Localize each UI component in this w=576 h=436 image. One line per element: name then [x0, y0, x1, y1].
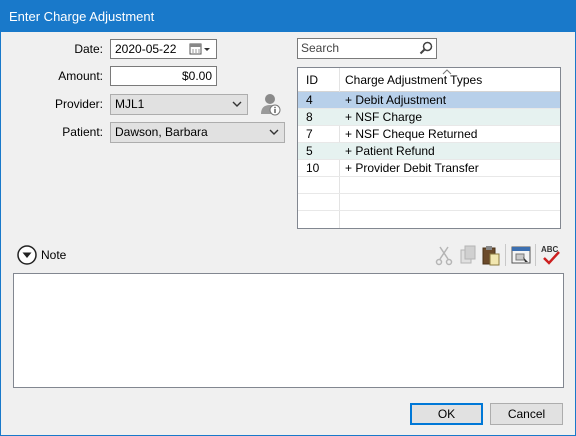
chevron-down-icon	[231, 95, 243, 114]
copy-icon[interactable]	[457, 243, 479, 267]
note-label: Note	[41, 248, 67, 262]
table-header: ID Charge Adjustment Types	[298, 68, 560, 92]
date-picker[interactable]: 2020-05-22	[110, 39, 217, 59]
paste-icon[interactable]	[480, 243, 502, 267]
row-id: 5	[306, 144, 313, 158]
table-row[interactable]: 4 + Debit Adjustment	[298, 92, 560, 109]
column-header-id[interactable]: ID	[306, 68, 318, 92]
table-row[interactable]: 5 + Patient Refund	[298, 143, 560, 160]
amount-label: Amount:	[58, 69, 103, 83]
sort-ascending-icon	[442, 69, 452, 75]
column-header-name[interactable]: Charge Adjustment Types	[345, 68, 482, 92]
provider-select[interactable]: MJL1	[110, 94, 248, 115]
row-name: + Provider Debit Transfer	[345, 161, 479, 175]
row-id: 4	[306, 93, 313, 107]
amount-input[interactable]: $0.00	[110, 66, 217, 86]
note-textarea[interactable]	[13, 273, 564, 388]
table-row[interactable]: 10 + Provider Debit Transfer	[298, 160, 560, 177]
charge-adjustment-types-table[interactable]: ID Charge Adjustment Types 4 + Debit Adj…	[297, 67, 561, 229]
row-id: 10	[306, 161, 320, 175]
insert-template-icon[interactable]	[510, 243, 532, 267]
toolbar-separator	[535, 244, 536, 266]
row-name: + NSF Charge	[345, 110, 423, 124]
row-name: + NSF Cheque Returned	[345, 127, 478, 141]
search-input[interactable]: Search	[301, 41, 339, 55]
table-row[interactable]: 8 + NSF Charge	[298, 109, 560, 126]
row-name: + Patient Refund	[345, 144, 435, 158]
charge-adjustment-dialog: Enter Charge Adjustment Date: 2020-05-22…	[0, 0, 576, 436]
window-title: Enter Charge Adjustment	[1, 1, 575, 32]
provider-label: Provider:	[54, 97, 103, 111]
provider-info-icon[interactable]	[260, 92, 282, 116]
patient-select[interactable]: Dawson, Barbara	[110, 122, 285, 143]
svg-text:ABC: ABC	[541, 245, 559, 254]
chevron-down-icon	[268, 123, 280, 142]
empty-row	[298, 177, 560, 194]
spell-check-icon[interactable]: ABC	[540, 243, 562, 267]
ok-button[interactable]: OK	[410, 403, 483, 425]
search-box[interactable]: Search	[297, 38, 437, 59]
cut-icon[interactable]	[433, 243, 455, 267]
patient-label: Patient:	[62, 125, 103, 139]
row-id: 8	[306, 110, 313, 124]
search-icon[interactable]	[419, 41, 433, 55]
calendar-icon[interactable]	[189, 42, 213, 56]
date-label: Date:	[74, 42, 103, 56]
collapse-note-icon[interactable]	[17, 245, 37, 265]
row-id: 7	[306, 127, 313, 141]
date-value: 2020-05-22	[115, 42, 177, 56]
toolbar-separator	[505, 244, 506, 266]
cancel-button[interactable]: Cancel	[490, 403, 563, 425]
provider-value: MJL1	[115, 97, 145, 111]
empty-row	[298, 194, 560, 211]
table-row[interactable]: 7 + NSF Cheque Returned	[298, 126, 560, 143]
row-name: + Debit Adjustment	[345, 93, 447, 107]
patient-value: Dawson, Barbara	[115, 125, 208, 139]
